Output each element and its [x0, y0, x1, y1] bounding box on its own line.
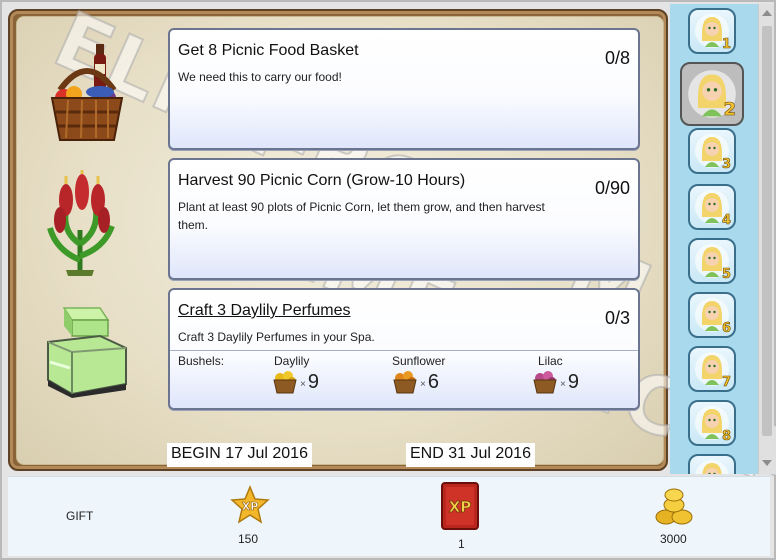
farmer-avatar-icon — [695, 460, 729, 474]
task-card[interactable]: Harvest 90 Picnic Corn (Grow-10 Hours) P… — [168, 158, 640, 280]
task-progress: 0/8 — [604, 48, 630, 68]
chapter-button[interactable]: 8 — [688, 400, 736, 446]
task-description: Plant at least 90 plots of Picnic Corn, … — [178, 200, 545, 232]
bushel-name: Sunflower — [392, 354, 446, 368]
scroll-thumb[interactable] — [762, 26, 772, 436]
task-description: Craft 3 Daylily Perfumes in your Spa. — [178, 330, 375, 344]
chapter-rail: 1 2 3 4 5 6 7 8 — [670, 4, 758, 474]
lilac-bushel-icon — [533, 371, 557, 394]
bushel-qty: 9 — [567, 370, 579, 393]
bushel-item-sunflower[interactable]: Sunflower × 6 — [392, 354, 482, 394]
bushel-item-daylily[interactable]: Daylily × 9 — [272, 354, 362, 394]
chapter-button[interactable]: 3 — [688, 128, 736, 174]
chapter-button[interactable]: 4 — [688, 184, 736, 230]
multiply-icon: × — [560, 378, 566, 390]
task-title-link[interactable]: Craft 3 Daylily Perfumes — [178, 302, 351, 320]
daylily-bushel-icon — [273, 371, 297, 394]
task-progress: 0/3 — [604, 308, 630, 328]
rewards-bar: GIFT XP 150 XP 1 3000 — [8, 476, 770, 556]
chapter-number: 5 — [721, 267, 732, 283]
task-title: Get 8 Picnic Food Basket — [178, 42, 359, 59]
bushel-name: Lilac — [538, 354, 563, 368]
chapter-button[interactable]: 7 — [688, 346, 736, 392]
chapter-button[interactable]: 5 — [688, 238, 736, 284]
chapter-button[interactable]: 2 — [680, 62, 744, 126]
book-icon-text: XP — [449, 498, 472, 516]
coins-icon — [655, 488, 693, 525]
gift-label: GIFT — [66, 509, 94, 523]
chapter-number: 2 — [723, 99, 736, 121]
book-amount: 1 — [458, 537, 465, 551]
begin-date: BEGIN 17 Jul 2016 — [167, 443, 312, 467]
chapter-button[interactable] — [688, 454, 736, 474]
scroll-up-icon[interactable] — [762, 10, 772, 16]
bushel-item-lilac[interactable]: Lilac × 9 — [532, 354, 622, 394]
divider — [170, 350, 638, 351]
multiply-icon: × — [420, 378, 426, 390]
multiply-icon: × — [300, 378, 306, 390]
task-card[interactable]: Craft 3 Daylily Perfumes Craft 3 Daylily… — [168, 288, 640, 410]
chapter-number: 3 — [721, 157, 732, 173]
chapter-number: 1 — [721, 37, 732, 53]
xp-star-icon: XP — [230, 485, 270, 524]
chapter-button[interactable]: 1 — [688, 8, 736, 54]
task-card[interactable]: Get 8 Picnic Food Basket We need this to… — [168, 28, 640, 150]
chapter-number: 7 — [721, 375, 732, 391]
coins-amount: 3000 — [660, 532, 687, 546]
bushel-qty: 6 — [427, 370, 439, 393]
end-date: END 31 Jul 2016 — [406, 443, 535, 467]
bushels-label: Bushels: — [178, 354, 225, 368]
chapter-number: 4 — [721, 213, 732, 229]
chapter-number: 8 — [721, 429, 732, 445]
xp-icon-text: XP — [242, 500, 259, 513]
scrollbar[interactable] — [758, 4, 774, 474]
scroll-down-icon[interactable] — [762, 460, 772, 466]
task-description: We need this to carry our food! — [178, 70, 342, 84]
perfume-bottle-icon — [47, 307, 127, 398]
xp-book-icon: XP — [441, 482, 479, 530]
sunflower-bushel-icon — [393, 371, 417, 394]
chapter-button[interactable]: 6 — [688, 292, 736, 338]
bushel-name: Daylily — [274, 354, 310, 368]
chapter-number: 6 — [721, 321, 732, 337]
task-title: Harvest 90 Picnic Corn (Grow-10 Hours) — [178, 172, 466, 189]
picnic-corn-icon — [47, 170, 115, 276]
xp-amount: 150 — [238, 532, 259, 546]
quest-window: ELME-BG.COM ELME-BG.COM — [0, 0, 776, 560]
task-progress: 0/90 — [594, 178, 630, 198]
bushel-qty: 9 — [307, 370, 319, 393]
picnic-basket-icon — [50, 44, 124, 141]
